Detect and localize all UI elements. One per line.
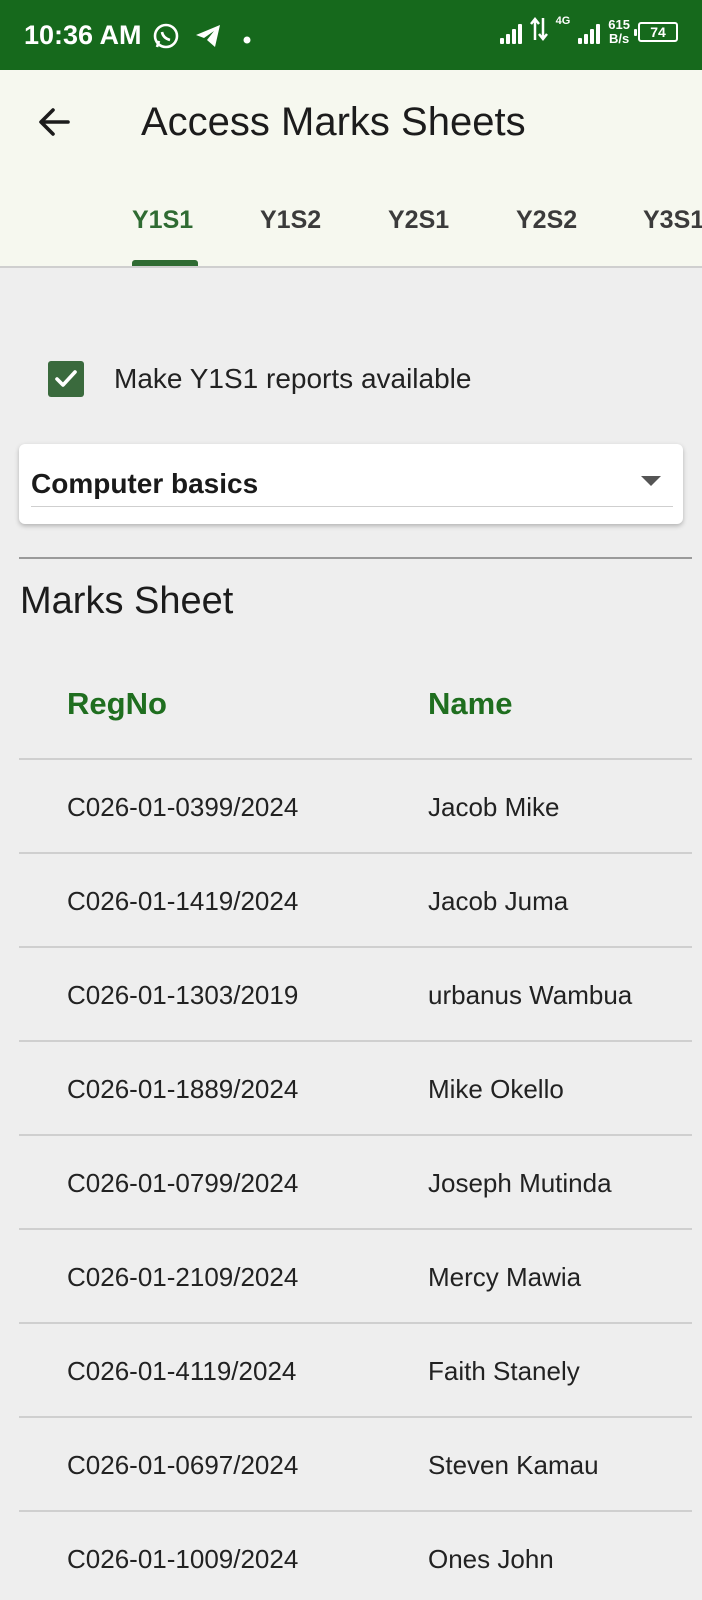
status-time: 10:36 AM bbox=[24, 20, 142, 50]
status-bar: 10:36 AM 4G 615 B/s 74 bbox=[0, 0, 702, 70]
marks-sheet-title: Marks Sheet bbox=[20, 580, 234, 622]
speed-value: 615 bbox=[608, 16, 630, 32]
table-row: C026-01-0399/2024 Jacob Mike bbox=[19, 760, 692, 854]
course-dropdown[interactable]: Computer basics bbox=[19, 444, 683, 524]
cell-regno: C026-01-0799/2024 bbox=[67, 1168, 299, 1198]
signal-4g-icon bbox=[578, 20, 601, 44]
cell-name: Jacob Juma bbox=[428, 886, 569, 916]
signal-icon bbox=[499, 20, 522, 44]
section-divider bbox=[19, 557, 692, 559]
availability-toggle[interactable]: Make Y1S1 reports available bbox=[48, 361, 471, 397]
notification-dot-icon bbox=[243, 31, 251, 49]
cell-name: Mercy Mawia bbox=[428, 1262, 582, 1292]
tab-y2s2[interactable]: Y2S2 bbox=[516, 206, 577, 235]
cell-regno: C026-01-2109/2024 bbox=[67, 1262, 299, 1292]
marks-table: RegNo Name C026-01-0399/2024 Jacob Mike … bbox=[19, 650, 692, 1600]
whatsapp-icon bbox=[152, 22, 180, 55]
cell-name: Ones John bbox=[428, 1544, 554, 1574]
cell-regno: C026-01-0399/2024 bbox=[67, 792, 299, 822]
cell-regno: C026-01-4119/2024 bbox=[67, 1356, 297, 1386]
cell-name: Jacob Mike bbox=[428, 792, 560, 822]
availability-checkbox[interactable] bbox=[48, 361, 84, 397]
battery-level: 74 bbox=[650, 23, 666, 40]
page-title: Access Marks Sheets bbox=[141, 100, 526, 144]
column-header-regno: RegNo bbox=[67, 686, 167, 721]
check-icon bbox=[55, 370, 77, 387]
table-row: C026-01-0799/2024 Joseph Mutinda bbox=[19, 1136, 692, 1230]
semester-tabs: Y1S1 Y1S2 Y2S1 Y2S2 Y3S1 bbox=[0, 188, 702, 266]
battery-icon: 74 bbox=[634, 21, 678, 42]
tab-y3s1[interactable]: Y3S1 bbox=[643, 206, 702, 235]
active-tab-indicator bbox=[132, 260, 198, 266]
network-speed: 615 B/s bbox=[608, 16, 630, 46]
table-row: C026-01-0697/2024 Steven Kamau bbox=[19, 1418, 692, 1512]
tab-y1s1[interactable]: Y1S1 bbox=[132, 206, 193, 235]
cell-name: Faith Stanely bbox=[428, 1356, 580, 1386]
cell-name: Steven Kamau bbox=[428, 1450, 599, 1480]
cell-regno: C026-01-1303/2019 bbox=[67, 980, 299, 1010]
telegram-icon bbox=[194, 22, 222, 55]
column-header-name: Name bbox=[428, 686, 513, 721]
dropdown-arrow-icon bbox=[641, 476, 661, 486]
cell-name: Joseph Mutinda bbox=[428, 1168, 612, 1198]
cell-regno: C026-01-1009/2024 bbox=[67, 1544, 299, 1574]
table-row: C026-01-1889/2024 Mike Okello bbox=[19, 1042, 692, 1136]
tab-y1s2[interactable]: Y1S2 bbox=[260, 206, 321, 235]
table-row: C026-01-4119/2024 Faith Stanely bbox=[19, 1324, 692, 1418]
table-row: C026-01-1419/2024 Jacob Juma bbox=[19, 854, 692, 948]
cell-regno: C026-01-1889/2024 bbox=[67, 1074, 299, 1104]
course-dropdown-value: Computer basics bbox=[31, 468, 259, 499]
dropdown-underline bbox=[31, 506, 673, 507]
speed-unit: B/s bbox=[609, 30, 630, 46]
table-row: C026-01-1009/2024 Ones John bbox=[19, 1512, 692, 1600]
table-row: C026-01-1303/2019 urbanus Wambua bbox=[19, 948, 692, 1042]
cell-name: urbanus Wambua bbox=[428, 980, 633, 1010]
arrow-back-icon[interactable] bbox=[34, 102, 74, 142]
cell-regno: C026-01-0697/2024 bbox=[67, 1450, 299, 1480]
cell-name: Mike Okello bbox=[428, 1074, 564, 1104]
tab-y2s1[interactable]: Y2S1 bbox=[388, 206, 449, 235]
table-header: RegNo Name bbox=[19, 650, 692, 760]
data-arrows-icon bbox=[529, 16, 548, 47]
app-bar: Access Marks Sheets Y1S1 Y1S2 Y2S1 Y2S2 … bbox=[0, 70, 702, 268]
availability-label: Make Y1S1 reports available bbox=[114, 363, 472, 394]
network-type: 4G bbox=[555, 15, 571, 27]
cell-regno: C026-01-1419/2024 bbox=[67, 886, 299, 916]
table-row: C026-01-2109/2024 Mercy Mawia bbox=[19, 1230, 692, 1324]
